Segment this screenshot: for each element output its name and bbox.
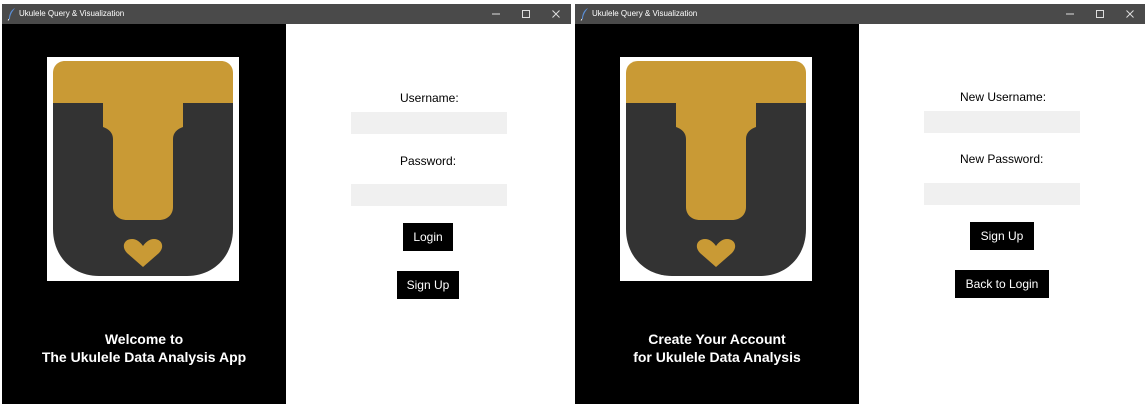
welcome-message: Welcome to The Ukulele Data Analysis App (2, 330, 286, 366)
new-password-field[interactable] (924, 183, 1080, 205)
password-label: Password: (400, 154, 457, 168)
new-username-field[interactable] (924, 111, 1080, 133)
tiki-logo (53, 61, 233, 276)
window-title: Ukulele Query & Visualization (19, 9, 125, 18)
username-field[interactable] (351, 112, 507, 134)
login-window: Ukulele Query & Visualization Welcome to… (2, 4, 571, 404)
welcome-line-1: Welcome to (104, 331, 184, 347)
signup-form: New Username: New Password: Sign Up Back… (859, 24, 1145, 404)
welcome-message: Create Your Account for Ukulele Data Ana… (575, 330, 859, 366)
password-field[interactable] (351, 184, 507, 206)
tiki-logo (626, 61, 806, 276)
signup-window: Ukulele Query & Visualization Create You… (575, 4, 1145, 404)
new-password-label: New Password: (960, 152, 1044, 166)
close-icon (1126, 10, 1134, 18)
minimize-icon (1066, 13, 1074, 15)
minimize-button[interactable] (481, 4, 511, 24)
minimize-button[interactable] (1055, 4, 1085, 24)
welcome-line-2: for Ukulele Data Analysis (633, 349, 801, 365)
maximize-button[interactable] (1085, 4, 1115, 24)
welcome-line-1: Create Your Account (648, 331, 786, 347)
title-bar[interactable]: Ukulele Query & Visualization (2, 4, 571, 24)
maximize-icon (1096, 10, 1104, 18)
logo-frame (620, 57, 812, 281)
feather-icon (580, 8, 588, 21)
close-icon (552, 10, 560, 18)
back-to-login-button[interactable]: Back to Login (955, 270, 1049, 298)
feather-icon (7, 8, 15, 21)
new-username-label: New Username: (960, 90, 1047, 104)
maximize-icon (522, 10, 530, 18)
maximize-button[interactable] (511, 4, 541, 24)
branding-panel: Welcome to The Ukulele Data Analysis App (2, 24, 286, 404)
logo-frame (47, 57, 239, 281)
username-label: Username: (400, 91, 459, 105)
welcome-line-2: The Ukulele Data Analysis App (41, 349, 247, 365)
branding-panel: Create Your Account for Ukulele Data Ana… (575, 24, 859, 404)
window-title: Ukulele Query & Visualization (592, 9, 698, 18)
close-button[interactable] (541, 4, 571, 24)
minimize-icon (492, 13, 500, 15)
sign-up-button[interactable]: Sign Up (970, 222, 1034, 250)
close-button[interactable] (1115, 4, 1145, 24)
sign-up-button[interactable]: Sign Up (397, 271, 459, 299)
login-form: Username: Password: Login Sign Up (286, 24, 571, 404)
login-button[interactable]: Login (403, 223, 453, 251)
title-bar[interactable]: Ukulele Query & Visualization (575, 4, 1145, 24)
